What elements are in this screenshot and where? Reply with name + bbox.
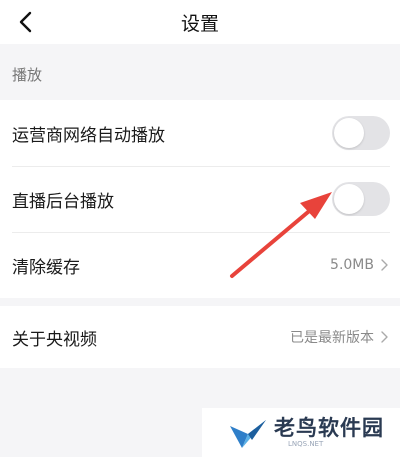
bird-logo-icon — [230, 419, 266, 448]
live-background-toggle[interactable] — [332, 182, 390, 216]
watermark: 老鸟软件园 LNQS.NET — [202, 408, 400, 457]
chevron-right-icon — [380, 330, 390, 344]
version-status-value: 已是最新版本 — [290, 330, 374, 346]
setting-row-live-background: 直播后台播放 — [0, 166, 400, 232]
chevron-left-icon — [19, 11, 32, 33]
setting-value-group: 5.0MB — [330, 257, 390, 273]
setting-label: 清除缓存 — [12, 257, 80, 278]
setting-row-carrier-autoplay: 运营商网络自动播放 — [0, 100, 400, 166]
toggle-knob — [334, 184, 364, 214]
settings-group-about: 关于央视频 已是最新版本 — [0, 306, 400, 368]
setting-row-clear-cache[interactable]: 清除缓存 5.0MB — [0, 232, 400, 298]
setting-value-group: 已是最新版本 — [290, 327, 390, 347]
chevron-right-icon — [380, 258, 390, 272]
page-title: 设置 — [180, 12, 219, 35]
setting-label: 运营商网络自动播放 — [12, 125, 165, 146]
top-nav-bar: 设置 — [0, 0, 400, 44]
section-label-playback: 播放 — [12, 66, 43, 84]
cache-size-value: 5.0MB — [330, 257, 374, 273]
back-button[interactable] — [10, 6, 42, 38]
setting-row-about[interactable]: 关于央视频 已是最新版本 — [0, 304, 400, 370]
watermark-text: 老鸟软件园 LNQS.NET — [274, 415, 384, 448]
carrier-autoplay-toggle[interactable] — [332, 116, 390, 150]
settings-group-playback: 运营商网络自动播放 直播后台播放 清除缓存 5.0MB — [0, 100, 400, 298]
setting-label: 直播后台播放 — [12, 191, 114, 212]
setting-label: 关于央视频 — [12, 329, 97, 350]
toggle-knob — [334, 118, 364, 148]
watermark-domain: LNQS.NET — [288, 439, 324, 448]
watermark-name: 老鸟软件园 — [274, 415, 384, 440]
